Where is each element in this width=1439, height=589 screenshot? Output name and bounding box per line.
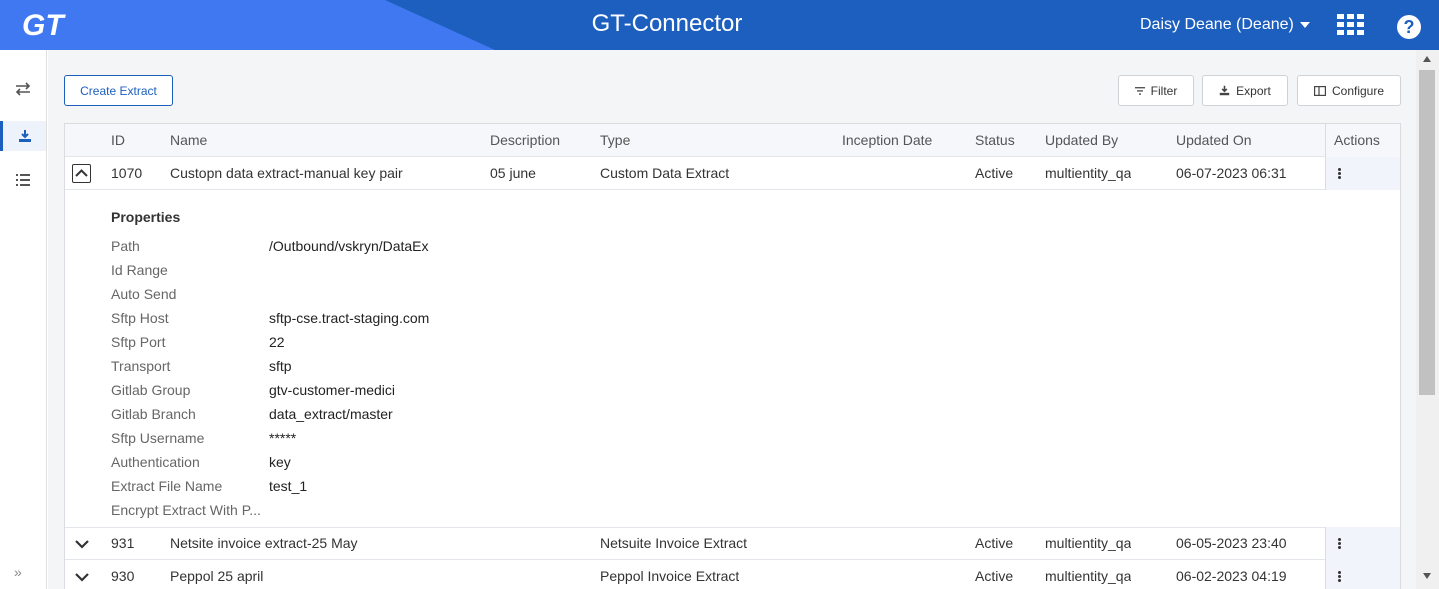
property-key: Auto Send — [111, 286, 177, 302]
column-header-description[interactable]: Description — [490, 124, 560, 157]
cell-name: Custopn data extract-manual key pair — [170, 165, 403, 181]
export-button[interactable]: Export — [1202, 75, 1288, 106]
filter-icon — [1134, 86, 1145, 95]
help-icon[interactable]: ? — [1397, 15, 1421, 39]
more-actions-icon[interactable] — [1338, 538, 1341, 549]
properties-panel: Properties Path /Outbound/vskryn/DataEx … — [65, 191, 1400, 528]
property-key: Extract File Name — [111, 478, 223, 494]
sidebar-item-transfers[interactable] — [0, 74, 46, 104]
cell-name: Netsite invoice extract-25 May — [170, 535, 358, 551]
app-title: GT-Connector — [591, 10, 743, 37]
column-header-id[interactable]: ID — [111, 124, 125, 157]
collapse-row-button[interactable] — [72, 164, 91, 183]
cell-type: Peppol Invoice Extract — [600, 568, 740, 584]
cell-type: Netsuite Invoice Extract — [600, 535, 748, 551]
chevron-down-icon[interactable] — [74, 569, 90, 585]
table-header-row: ID Name Description Type Inception Date … — [65, 124, 1400, 157]
cell-status: Active — [975, 535, 1014, 551]
property-key: Gitlab Group — [111, 382, 191, 398]
property-key: Gitlab Branch — [111, 406, 196, 422]
column-header-status[interactable]: Status — [975, 124, 1015, 157]
create-extract-button[interactable]: Create Extract — [64, 75, 173, 106]
actions-cell — [1325, 157, 1400, 190]
swap-arrows-icon — [15, 82, 31, 96]
scroll-up-icon[interactable] — [1423, 56, 1431, 62]
filter-button[interactable]: Filter — [1118, 75, 1194, 106]
actions-header-cell: Actions — [1325, 124, 1400, 157]
property-key: Sftp Host — [111, 310, 169, 326]
cell-updated-on: 06-07-2023 06:31 — [1176, 165, 1287, 181]
cell-id: 931 — [111, 535, 135, 551]
property-key: Encrypt Extract With P... — [111, 502, 261, 518]
sidebar-item-list[interactable] — [0, 165, 46, 195]
property-value: /Outbound/vskryn/DataEx — [269, 238, 429, 254]
property-value: sftp — [269, 358, 292, 374]
vertical-scrollbar[interactable] — [1416, 50, 1439, 589]
more-actions-icon[interactable] — [1338, 168, 1341, 179]
cell-updated-on: 06-02-2023 04:19 — [1176, 568, 1287, 584]
actions-cell — [1325, 560, 1400, 589]
main-content: Create Extract Filter Export Configure I… — [48, 50, 1416, 589]
download-icon — [18, 130, 31, 142]
sidebar: » — [0, 50, 47, 589]
cell-type: Custom Data Extract — [600, 165, 730, 181]
column-header-name[interactable]: Name — [170, 124, 207, 157]
app-header: GT GT-Connector Daisy Deane (Deane) ? — [0, 0, 1439, 50]
property-value: key — [269, 454, 291, 470]
actions-cell — [1325, 527, 1400, 560]
cell-status: Active — [975, 568, 1014, 584]
property-key: Sftp Port — [111, 334, 166, 350]
properties-title: Properties — [111, 209, 181, 225]
export-label: Export — [1236, 83, 1271, 98]
column-header-actions: Actions — [1334, 132, 1380, 148]
property-key: Id Range — [111, 262, 168, 278]
property-key: Transport — [111, 358, 171, 374]
extracts-table: ID Name Description Type Inception Date … — [64, 123, 1401, 589]
property-value: data_extract/master — [269, 406, 393, 422]
user-menu[interactable]: Daisy Deane (Deane) — [1140, 16, 1310, 34]
property-key: Authentication — [111, 454, 200, 470]
table-row[interactable]: 930 Peppol 25 april Peppol Invoice Extra… — [65, 560, 1400, 589]
property-value: ***** — [269, 430, 297, 446]
download-icon — [1219, 85, 1230, 96]
property-value: gtv-customer-medici — [269, 382, 396, 398]
property-value: sftp-cse.tract-staging.com — [269, 310, 430, 326]
scroll-down-icon[interactable] — [1423, 573, 1431, 579]
sidebar-expand-icon[interactable]: » — [14, 564, 22, 580]
create-extract-label: Create Extract — [80, 83, 157, 98]
cell-status: Active — [975, 165, 1014, 181]
user-name: Daisy Deane (Deane) — [1140, 16, 1294, 33]
cell-name: Peppol 25 april — [170, 568, 264, 584]
configure-label: Configure — [1331, 83, 1385, 98]
scrollbar-thumb[interactable] — [1419, 70, 1435, 395]
cell-id: 1070 — [111, 165, 143, 181]
cell-updated-on: 06-05-2023 23:40 — [1176, 535, 1287, 551]
table-row[interactable]: 1070 Custopn data extract-manual key pai… — [65, 157, 1400, 190]
columns-icon — [1313, 85, 1326, 96]
chevron-up-icon — [75, 169, 88, 177]
cell-updated-by: multientity_qa — [1045, 165, 1132, 181]
property-key: Sftp Username — [111, 430, 205, 446]
cell-description: 05 june — [490, 165, 536, 181]
cell-updated-by: multientity_qa — [1045, 535, 1132, 551]
cell-updated-by: multientity_qa — [1045, 568, 1132, 584]
filter-label: Filter — [1150, 83, 1178, 98]
sidebar-item-extracts[interactable] — [0, 121, 46, 151]
property-value: test_1 — [269, 478, 308, 494]
cell-id: 930 — [111, 568, 135, 584]
configure-button[interactable]: Configure — [1297, 75, 1401, 106]
column-header-updated-on[interactable]: Updated On — [1176, 124, 1252, 157]
chevron-down-icon[interactable] — [74, 536, 90, 552]
more-actions-icon[interactable] — [1338, 571, 1341, 582]
column-header-type[interactable]: Type — [600, 124, 630, 157]
column-header-inception-date[interactable]: Inception Date — [842, 124, 932, 157]
column-header-updated-by[interactable]: Updated By — [1045, 124, 1118, 157]
caret-down-icon — [1299, 22, 1310, 28]
list-icon — [16, 174, 30, 186]
property-value: 22 — [269, 334, 285, 350]
grid-apps-icon[interactable] — [1337, 14, 1365, 36]
property-key: Path — [111, 238, 140, 254]
table-row[interactable]: 931 Netsite invoice extract-25 May Netsu… — [65, 527, 1400, 560]
